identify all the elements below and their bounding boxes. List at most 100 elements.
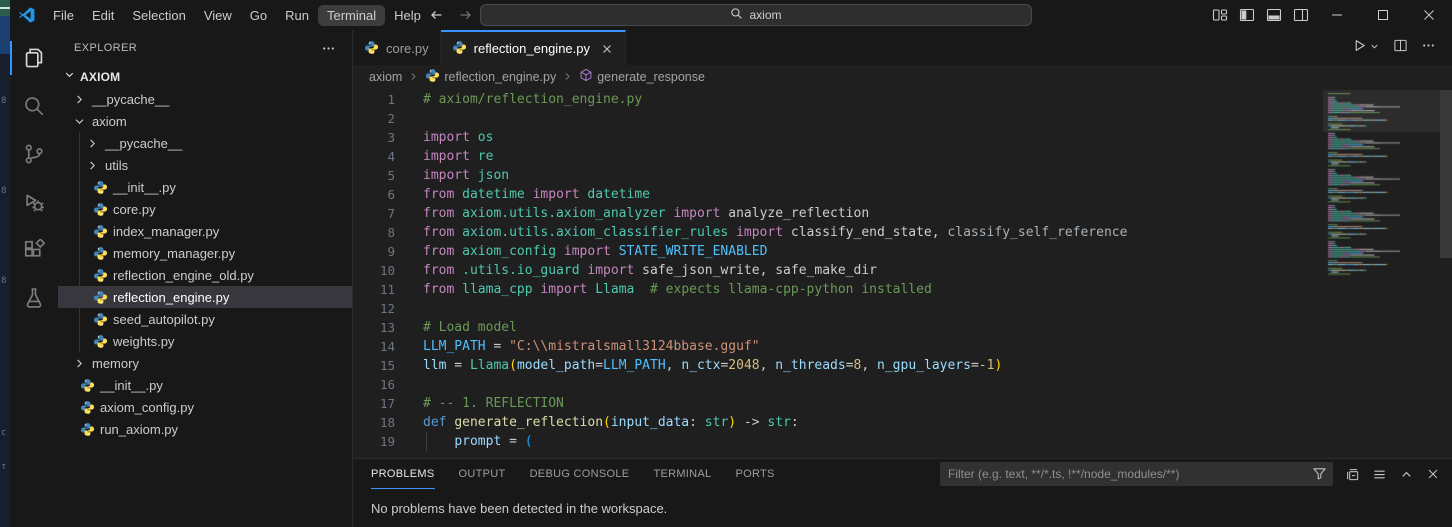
run-icon[interactable]: [1352, 38, 1367, 58]
code-line[interactable]: 17# -- 1. REFLECTION: [353, 394, 1322, 413]
scrollbar[interactable]: [1440, 90, 1452, 258]
code-line[interactable]: 13# Load model: [353, 318, 1322, 337]
code-editor[interactable]: 1# axiom/reflection_engine.py 2 3import os…: [353, 88, 1452, 458]
menu-edit[interactable]: Edit: [83, 5, 123, 26]
code-line[interactable]: 12: [353, 299, 1322, 318]
extensions-icon[interactable]: [10, 226, 58, 274]
menu-file[interactable]: File: [44, 5, 83, 26]
folder-item-__pycache__[interactable]: __pycache__: [58, 88, 352, 110]
run-debug-icon[interactable]: [10, 178, 58, 226]
file-item-core.py[interactable]: core.py: [58, 198, 352, 220]
code-line[interactable]: 19 prompt = (: [353, 432, 1322, 451]
folder-item-__pycache__[interactable]: __pycache__: [58, 132, 352, 154]
code-line[interactable]: 16: [353, 375, 1322, 394]
file-item-__init__.py[interactable]: __init__.py: [58, 374, 352, 396]
search-icon[interactable]: [10, 82, 58, 130]
file-item-memory_manager.py[interactable]: memory_manager.py: [58, 242, 352, 264]
line-number[interactable]: 19: [353, 434, 395, 449]
view-as-list-icon[interactable]: [1372, 467, 1387, 482]
code-line[interactable]: 1# axiom/reflection_engine.py: [353, 90, 1322, 109]
line-number[interactable]: 11: [353, 282, 395, 297]
line-number[interactable]: 18: [353, 415, 395, 430]
file-item-seed_autopilot.py[interactable]: seed_autopilot.py: [58, 308, 352, 330]
code-line[interactable]: 3import os: [353, 128, 1322, 147]
line-number[interactable]: 16: [353, 377, 395, 392]
file-item-axiom_config.py[interactable]: axiom_config.py: [58, 396, 352, 418]
panel-tab-terminal[interactable]: TERMINAL: [653, 459, 711, 489]
tab-core.py[interactable]: core.py: [353, 30, 441, 65]
file-item-weights.py[interactable]: weights.py: [58, 330, 352, 352]
code-line[interactable]: 5import json: [353, 166, 1322, 185]
code-line[interactable]: 15llm = Llama(model_path=LLM_PATH, n_ctx…: [353, 356, 1322, 375]
split-editor-icon[interactable]: [1393, 38, 1408, 58]
folder-item-utils[interactable]: utils: [58, 154, 352, 176]
testing-icon[interactable]: [10, 274, 58, 322]
code-line[interactable]: 7from axiom.utils.axiom_analyzer import …: [353, 204, 1322, 223]
line-number[interactable]: 9: [353, 244, 395, 259]
command-center-search[interactable]: axiom: [480, 4, 1032, 26]
code-line[interactable]: 10from .utils.io_guard import safe_json_…: [353, 261, 1322, 280]
breadcrumb-item-generate_response[interactable]: generate_response: [579, 68, 705, 85]
line-number[interactable]: 7: [353, 206, 395, 221]
tab-reflection_engine.py[interactable]: reflection_engine.py: [441, 30, 626, 65]
code-line[interactable]: 2: [353, 109, 1322, 128]
chevron-down-icon[interactable]: [1369, 39, 1380, 57]
folder-item-axiom[interactable]: axiom: [58, 110, 352, 132]
line-number[interactable]: 3: [353, 130, 395, 145]
panel-tab-problems[interactable]: PROBLEMS: [371, 459, 435, 489]
panel-tab-debug-console[interactable]: DEBUG CONSOLE: [530, 459, 630, 489]
breadcrumb-item-axiom[interactable]: axiom: [369, 70, 402, 84]
layout-icon[interactable]: [1206, 0, 1233, 30]
code-line[interactable]: 4import re: [353, 147, 1322, 166]
minimap[interactable]: [1323, 88, 1440, 458]
minimize-icon[interactable]: [1314, 0, 1360, 30]
breadcrumb-item-reflection_engine.py[interactable]: reflection_engine.py: [425, 68, 556, 86]
line-number[interactable]: 1: [353, 92, 395, 107]
line-number[interactable]: 2: [353, 111, 395, 126]
menu-terminal[interactable]: Terminal: [318, 5, 385, 26]
menu-help[interactable]: Help: [385, 5, 430, 26]
forward-arrow-icon[interactable]: [458, 0, 474, 30]
line-number[interactable]: 6: [353, 187, 395, 202]
menu-selection[interactable]: Selection: [123, 5, 194, 26]
code-line[interactable]: 9from axiom_config import STATE_WRITE_EN…: [353, 242, 1322, 261]
code-line[interactable]: 18def generate_reflection(input_data: st…: [353, 413, 1322, 432]
code-line[interactable]: 8from axiom.utils.axiom_classifier_rules…: [353, 223, 1322, 242]
menu-run[interactable]: Run: [276, 5, 318, 26]
line-number[interactable]: 15: [353, 358, 395, 373]
filter-icon[interactable]: [1312, 466, 1327, 486]
minimap-slider[interactable]: [1323, 90, 1440, 132]
maximize-icon[interactable]: [1360, 0, 1406, 30]
close-icon[interactable]: [600, 42, 614, 56]
line-number[interactable]: 17: [353, 396, 395, 411]
file-item-__init__.py[interactable]: __init__.py: [58, 176, 352, 198]
source-control-icon[interactable]: [10, 130, 58, 178]
line-number[interactable]: 5: [353, 168, 395, 183]
line-number[interactable]: 4: [353, 149, 395, 164]
panel-tab-ports[interactable]: PORTS: [735, 459, 774, 489]
line-number[interactable]: 14: [353, 339, 395, 354]
menu-view[interactable]: View: [195, 5, 241, 26]
panel-right-icon[interactable]: [1287, 0, 1314, 30]
close-icon[interactable]: [1406, 0, 1452, 30]
panel-left-icon[interactable]: [1233, 0, 1260, 30]
more-actions-icon[interactable]: [321, 41, 336, 56]
file-item-reflection_engine.py[interactable]: reflection_engine.py: [58, 286, 352, 308]
code-line[interactable]: 6from datetime import datetime: [353, 185, 1322, 204]
file-item-run_axiom.py[interactable]: run_axiom.py: [58, 418, 352, 440]
panel-bottom-icon[interactable]: [1260, 0, 1287, 30]
line-number[interactable]: 12: [353, 301, 395, 316]
folder-item-memory[interactable]: memory: [58, 352, 352, 374]
more-actions-icon[interactable]: [1421, 38, 1436, 58]
line-number[interactable]: 10: [353, 263, 395, 278]
workspace-section-header[interactable]: AXIOM: [58, 66, 352, 88]
collapse-all-icon[interactable]: [1345, 467, 1360, 482]
menu-go[interactable]: Go: [241, 5, 276, 26]
chevron-up-icon[interactable]: [1399, 467, 1414, 482]
code-line[interactable]: 11from llama_cpp import Llama # expects …: [353, 280, 1322, 299]
line-number[interactable]: 8: [353, 225, 395, 240]
code-line[interactable]: 14LLM_PATH = "C:\\mistralsmall3124bbase.…: [353, 337, 1322, 356]
problems-filter-input[interactable]: [940, 462, 1333, 486]
back-arrow-icon[interactable]: [428, 0, 444, 30]
file-item-index_manager.py[interactable]: index_manager.py: [58, 220, 352, 242]
